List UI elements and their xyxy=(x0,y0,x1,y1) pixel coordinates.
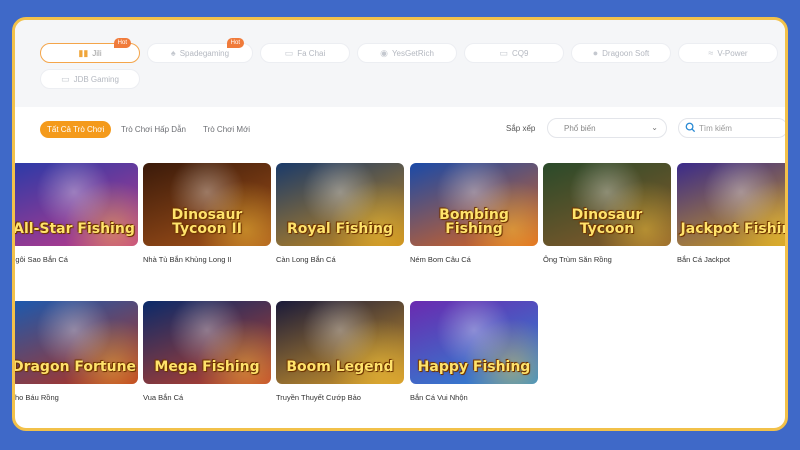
provider-label: Dragoon Soft xyxy=(602,48,650,58)
provider-bar: ▮▮ Jili Hot ♠ Spadegaming Hot ▭ Fa Chai … xyxy=(15,20,785,107)
provider-jili[interactable]: ▮▮ Jili Hot xyxy=(40,38,140,63)
game-thumbnail[interactable]: Royal Fishing xyxy=(276,163,404,246)
provider-label: Fa Chai xyxy=(297,48,326,58)
tab-new-games[interactable]: Trò Chơi Mới xyxy=(203,121,250,138)
game-thumbnail[interactable]: Jackpot Fishing xyxy=(677,163,785,246)
provider-spadegaming[interactable]: ♠ Spadegaming Hot xyxy=(147,38,253,63)
provider-v-power[interactable]: ≈ V-Power xyxy=(678,43,778,63)
dragon-icon: ● xyxy=(592,48,599,58)
wings-icon: ≈ xyxy=(708,48,714,58)
sort-dropdown[interactable]: Phổ biến ⌄ xyxy=(547,118,667,138)
game-logo: Mega Fishing xyxy=(154,359,260,375)
game-thumbnail[interactable]: Dinosaur Tycoon II xyxy=(143,163,271,246)
game-logo: Jackpot Fishing xyxy=(680,221,785,237)
eye-icon: ◉ xyxy=(380,47,388,58)
game-title: Bắn Cá Vui Nhộn xyxy=(410,393,468,402)
game-card[interactable]: Boom Legend Truyền Thuyết Cướp Bảo xyxy=(276,301,404,402)
sort-label: Sắp xếp xyxy=(506,124,536,133)
provider-label: V-Power xyxy=(717,48,748,58)
game-card[interactable]: Dinosaur Tycoon Ông Trùm Săn Rồng xyxy=(543,163,671,264)
chart-icon: ▮▮ xyxy=(78,47,89,58)
game-card[interactable]: Mega Fishing Vua Bắn Cá xyxy=(143,301,271,402)
game-card[interactable]: Jackpot Fishing Bắn Cá Jackpot xyxy=(677,163,785,264)
game-title: Truyền Thuyết Cướp Bảo xyxy=(276,393,361,402)
search-input[interactable]: Tìm kiếm xyxy=(678,118,785,138)
tab-hot-games[interactable]: Trò Chơi Hấp Dẫn xyxy=(121,121,186,138)
hot-badge: Hot xyxy=(113,38,131,48)
game-title: Ném Bom Câu Cá xyxy=(410,255,471,264)
game-card[interactable]: Dragon Fortune Kho Báu Rồng xyxy=(12,301,138,402)
game-title: Kho Báu Rồng xyxy=(12,393,59,402)
provider-label: YesGetRich xyxy=(391,48,434,58)
provider-label: Jili xyxy=(92,48,102,58)
game-thumbnail[interactable]: Dinosaur Tycoon xyxy=(543,163,671,246)
game-card[interactable]: Dinosaur Tycoon II Nhà Tù Bắn Khủng Long … xyxy=(143,163,271,264)
game-thumbnail[interactable]: Bombing Fishing xyxy=(410,163,538,246)
provider-fa-chai[interactable]: ▭ Fa Chai xyxy=(260,43,350,63)
chevron-down-icon: ⌄ xyxy=(651,123,658,132)
game-thumbnail[interactable]: Boom Legend xyxy=(276,301,404,384)
game-card[interactable]: All-Star Fishing Ngôi Sao Bắn Cá xyxy=(12,163,138,264)
game-logo: Dinosaur Tycoon II xyxy=(171,207,243,237)
game-title: Bắn Cá Jackpot xyxy=(677,255,730,264)
game-lobby-panel: ▮▮ Jili Hot ♠ Spadegaming Hot ▭ Fa Chai … xyxy=(12,17,788,431)
provider-label: Spadegaming xyxy=(179,48,230,58)
provider-cq9[interactable]: ▭ CQ9 xyxy=(464,43,564,63)
cq9-logo-icon: ▭ xyxy=(499,47,509,58)
game-logo: Bombing Fishing xyxy=(439,207,509,237)
game-thumbnail[interactable]: All-Star Fishing xyxy=(13,163,138,246)
provider-label: JDB Gaming xyxy=(73,74,119,84)
provider-yesgetrich[interactable]: ◉ YesGetRich xyxy=(357,43,457,63)
game-thumbnail[interactable]: Dragon Fortune xyxy=(12,301,138,384)
game-logo: All-Star Fishing xyxy=(13,221,135,237)
hot-badge: Hot xyxy=(226,38,244,48)
game-title: Ông Trùm Săn Rồng xyxy=(543,255,612,264)
game-logo: Royal Fishing xyxy=(286,221,394,237)
provider-dragoon-soft[interactable]: ● Dragoon Soft xyxy=(571,43,671,63)
game-logo: Dinosaur Tycoon xyxy=(571,207,643,237)
game-title: Vua Bắn Cá xyxy=(143,393,184,402)
game-card[interactable]: Bombing Fishing Ném Bom Câu Cá xyxy=(410,163,538,264)
spade-icon: ♠ xyxy=(170,48,176,58)
game-logo: Dragon Fortune xyxy=(12,359,137,375)
sort-value: Phổ biến xyxy=(564,123,596,133)
fc-logo-icon: ▭ xyxy=(284,47,294,58)
tab-all-games[interactable]: Tất Cả Trò Chơi xyxy=(40,121,112,138)
game-logo: Happy Fishing xyxy=(417,359,531,375)
game-title: Càn Long Bắn Cá xyxy=(276,255,336,264)
game-card[interactable]: Royal Fishing Càn Long Bắn Cá xyxy=(276,163,404,264)
jdb-logo-icon: ▭ xyxy=(61,73,70,84)
game-title: Ngôi Sao Bắn Cá xyxy=(12,255,68,264)
provider-label: CQ9 xyxy=(512,48,529,58)
game-thumbnail[interactable]: Happy Fishing xyxy=(410,301,538,384)
game-card[interactable]: Happy Fishing Bắn Cá Vui Nhộn xyxy=(410,301,538,402)
game-title: Nhà Tù Bắn Khủng Long II xyxy=(143,255,232,264)
game-thumbnail[interactable]: Mega Fishing xyxy=(143,301,271,384)
search-icon xyxy=(685,122,696,133)
provider-jdb-gaming[interactable]: ▭ JDB Gaming xyxy=(40,69,140,89)
search-placeholder: Tìm kiếm xyxy=(699,123,732,133)
game-logo: Boom Legend xyxy=(286,359,394,375)
